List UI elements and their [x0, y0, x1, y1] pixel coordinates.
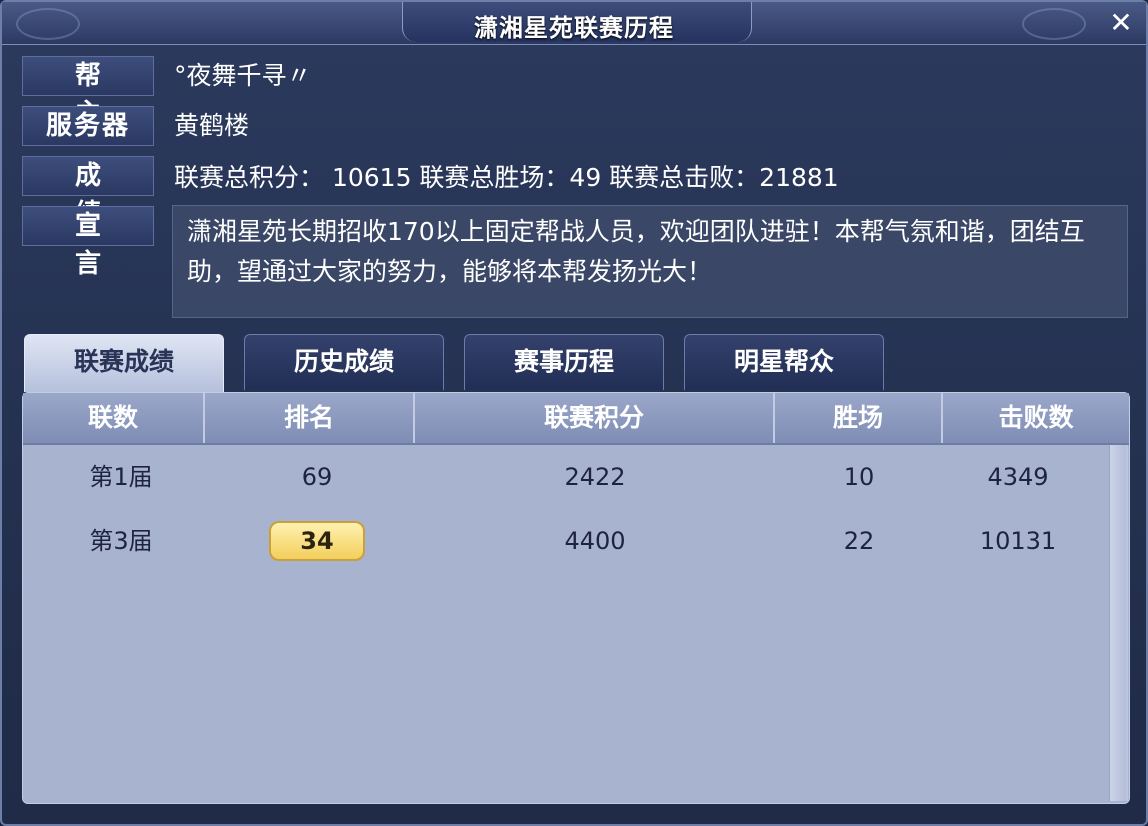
tab-star-members[interactable]: 明星帮众: [684, 334, 884, 390]
cell-wins: 10: [843, 463, 875, 491]
declaration-label: 宣 言: [22, 206, 154, 279]
table-row[interactable]: 第1届 69 2422 10 4349: [23, 445, 1107, 509]
leader-label: 帮 主: [22, 56, 154, 129]
title-bar[interactable]: 潇湘星苑联赛历程 ✕: [2, 2, 1146, 45]
leader-value: °夜舞千寻〃: [174, 61, 312, 90]
cell-defeats: 4349: [987, 463, 1049, 491]
table-header: 联数 排名 联赛积分 胜场 击败数: [23, 393, 1129, 445]
league-history-window: 潇湘星苑联赛历程 ✕ 帮 主 °夜舞千寻〃 服务器 黄鹤楼 成 绩 联赛总积分：…: [0, 0, 1148, 826]
column-header-season[interactable]: 联数: [23, 393, 205, 443]
server-label: 服务器: [22, 106, 154, 146]
cell-points: 2422: [564, 463, 626, 491]
tab-league-results[interactable]: 联赛成绩: [24, 334, 224, 392]
cell-rank-highlight: 34: [269, 521, 365, 561]
cell-season: 第3届: [89, 527, 153, 555]
close-button[interactable]: ✕: [1104, 6, 1138, 40]
cell-wins: 22: [843, 527, 875, 555]
results-table: 联数 排名 联赛积分 胜场 击败数 第1届 69 2422 10 4349 第3…: [22, 392, 1130, 804]
results-value: 联赛总积分： 10615 联赛总胜场：49 联赛总击败：21881: [174, 163, 839, 192]
cell-season: 第1届: [89, 463, 153, 491]
server-value: 黄鹤楼: [174, 111, 250, 140]
cell-rank: 69: [301, 463, 333, 491]
tab-match-history[interactable]: 赛事历程: [464, 334, 664, 390]
column-header-wins[interactable]: 胜场: [775, 393, 943, 443]
results-label: 成 绩: [22, 156, 154, 229]
window-title: 潇湘星苑联赛历程: [474, 14, 674, 42]
declaration-text: 潇湘星苑长期招收170以上固定帮战人员，欢迎团队进驻！本帮气氛和谐，团结互助，望…: [172, 205, 1128, 318]
scrollbar-thumb[interactable]: [1110, 445, 1126, 801]
tab-history-results[interactable]: 历史成绩: [244, 334, 444, 390]
column-header-defeats[interactable]: 击败数: [943, 393, 1129, 443]
table-row[interactable]: 第3届 34 4400 22 10131: [23, 509, 1107, 573]
cell-points: 4400: [564, 527, 626, 555]
column-header-rank[interactable]: 排名: [205, 393, 415, 443]
cell-defeats: 10131: [979, 527, 1057, 555]
column-header-points[interactable]: 联赛积分: [415, 393, 775, 443]
